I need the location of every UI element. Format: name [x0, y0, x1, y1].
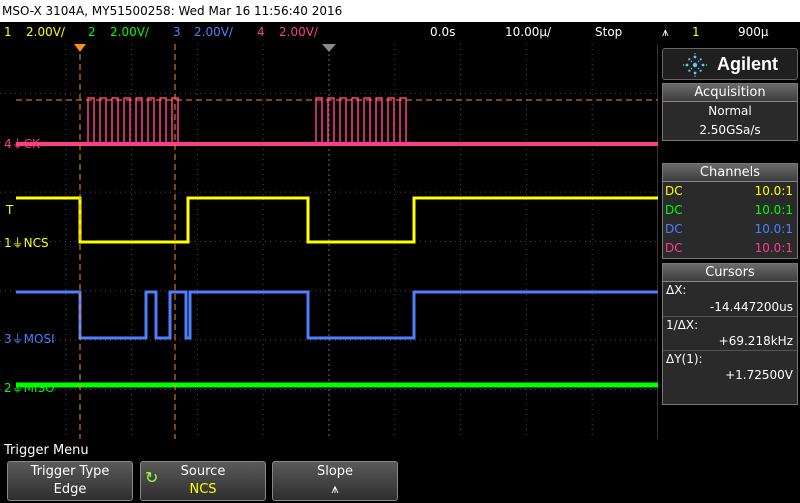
window-title: MSO-X 3104A, MY51500258: Wed Mar 16 11:5… — [2, 4, 343, 18]
channel-row: DC 10.0:1 — [663, 182, 797, 201]
inverse-delta-x-label: 1/ΔX: — [663, 316, 797, 332]
coupling: DC — [665, 203, 683, 217]
horizontal-delay[interactable]: 0.0s — [430, 22, 455, 42]
ch4-scale-num[interactable]: 4 — [257, 22, 265, 42]
entry-knob-icon: ↻ — [145, 468, 159, 487]
ground-icon: ⏚ — [11, 332, 24, 346]
channel-row: DC 10.0:1 — [663, 239, 797, 258]
ground-icon: ⏚ — [11, 137, 24, 151]
slope-softkey[interactable]: Slope ⩚ — [272, 461, 398, 501]
channels-header: Channels — [663, 164, 797, 182]
mosi-trace — [16, 290, 658, 340]
ncs-label: NCS — [23, 236, 49, 250]
mosi-label: MOSI — [23, 332, 55, 346]
run-state[interactable]: Stop — [595, 22, 622, 42]
delta-x-value: -14.447200us — [709, 300, 793, 314]
ch3-scale[interactable]: 2.00V/ — [194, 22, 233, 42]
agilent-spark-logo-icon — [682, 53, 708, 77]
status-bar: 1 2.00V/ 2 2.00V/ 3 2.00V/ 4 2.00V/ 0.0s… — [0, 22, 800, 42]
softkey-label: Slope — [316, 464, 354, 479]
source-softkey[interactable]: ↻ Source NCS — [140, 461, 266, 501]
ch2-marker-num: 2 — [4, 381, 12, 395]
delta-x-label: ΔX: — [666, 283, 687, 297]
waveform-display[interactable]: 4⏚CK T 1⏚NCS 3⏚MOSI 2⏚MISO — [0, 44, 658, 439]
probe-ratio: 10.0:1 — [754, 241, 793, 255]
ch4-ground-marker: 4⏚CK — [4, 137, 40, 151]
menu-title: Trigger Menu — [4, 443, 89, 458]
trigger-type-softkey[interactable]: Trigger Type Edge — [7, 461, 133, 501]
ch2-ground-marker: 2⏚MISO — [4, 381, 55, 395]
cursors-header: Cursors — [663, 264, 797, 282]
acquisition-box[interactable]: Acquisition Normal 2.50GSa/s — [662, 83, 798, 141]
window-title-bar: MSO-X 3104A, MY51500258: Wed Mar 16 11:5… — [0, 0, 800, 22]
delta-y-label: ΔY(1): — [663, 350, 797, 366]
coupling: DC — [665, 241, 683, 255]
channels-box[interactable]: Channels DC 10.0:1 DC 10.0:1 DC 10.0:1 D… — [662, 163, 798, 259]
ch1-ground-marker: 1⏚NCS — [4, 236, 49, 250]
probe-ratio: 10.0:1 — [754, 203, 793, 217]
trigger-level-marker[interactable]: T — [6, 203, 13, 217]
sample-rate: 2.50GSa/s — [699, 123, 761, 137]
ch4-marker-num: 4 — [4, 137, 12, 151]
coupling: DC — [665, 222, 683, 236]
acquisition-mode: Normal — [708, 104, 752, 118]
ch1-scale-num[interactable]: 1 — [4, 22, 12, 42]
ch3-marker-num: 3 — [4, 332, 12, 346]
ncs-trace — [16, 196, 658, 244]
ch1-marker-num: 1 — [4, 236, 12, 250]
ch3-scale-num[interactable]: 3 — [173, 22, 181, 42]
brand-name: Agilent — [717, 54, 778, 74]
inverse-delta-x-value: +69.218kHz — [718, 334, 793, 348]
channel-row: DC 10.0:1 — [663, 201, 797, 220]
ground-icon: ⏚ — [11, 236, 24, 250]
trigger-level[interactable]: 900µ — [738, 22, 769, 42]
miso-label: MISO — [23, 381, 55, 395]
acquisition-header: Acquisition — [663, 84, 797, 102]
channel-row: DC 10.0:1 — [663, 220, 797, 239]
ground-icon: ⏚ — [11, 381, 24, 395]
trigger-edge-icon: ⩚ — [662, 25, 669, 39]
brand-logo: Agilent — [662, 48, 798, 80]
softkey-value: NCS — [189, 482, 217, 497]
ch2-scale[interactable]: 2.00V/ — [110, 22, 149, 42]
softkey-label: Source — [180, 464, 226, 479]
softkey-label: Trigger Type — [30, 464, 110, 479]
ch4-scale[interactable]: 2.00V/ — [279, 22, 318, 42]
probe-ratio: 10.0:1 — [754, 184, 793, 198]
ck-label: CK — [23, 137, 40, 151]
graticule — [0, 44, 658, 439]
cursors-box[interactable]: Cursors ΔX: -14.447200us 1/ΔX: +69.218kH… — [662, 263, 798, 405]
probe-ratio: 10.0:1 — [754, 222, 793, 236]
delta-y-value: +1.72500V — [725, 368, 793, 382]
trigger-position-marker — [74, 44, 86, 52]
time-reference-marker — [322, 44, 336, 52]
ch2-scale-num[interactable]: 2 — [88, 22, 96, 42]
timebase[interactable]: 10.00µ/ — [505, 22, 551, 42]
softkey-value: ⩚ — [331, 482, 339, 497]
info-panel: Agilent Acquisition Normal 2.50GSa/s Cha… — [660, 44, 800, 439]
ch3-ground-marker: 3⏚MOSI — [4, 332, 55, 346]
coupling: DC — [665, 184, 683, 198]
trigger-source-num[interactable]: 1 — [692, 22, 700, 42]
ck-burst-1 — [87, 97, 179, 145]
ch1-scale[interactable]: 2.00V/ — [26, 22, 65, 42]
softkey-value: Edge — [53, 482, 87, 497]
